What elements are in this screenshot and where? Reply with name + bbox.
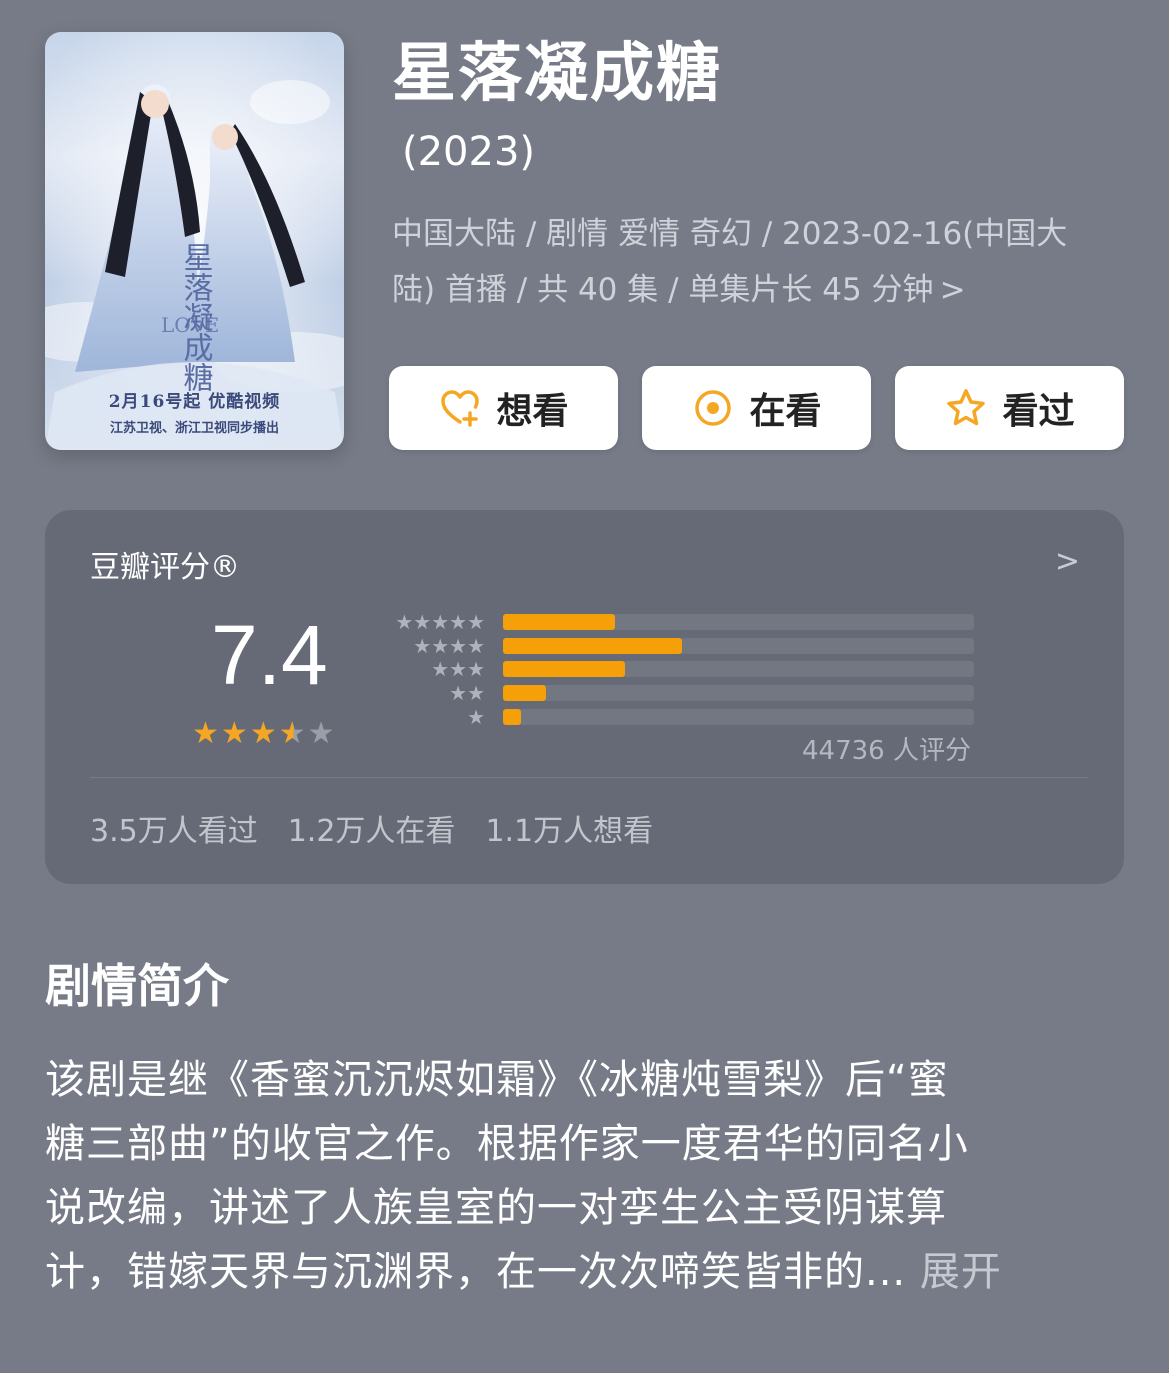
rating-dist-track <box>503 614 974 630</box>
star-filled-icon: ★ <box>249 716 279 751</box>
watched-button[interactable]: 看过 <box>895 366 1124 450</box>
meta-line-2: 陆) 首播 / 共 40 集 / 单集片长 45 分钟 > <box>392 262 1122 318</box>
watching-button[interactable]: 在看 <box>642 366 871 450</box>
show-year: (2023) <box>402 129 536 175</box>
rating-source-label: 豆瓣评分® <box>90 550 240 585</box>
meta-line-2-text: 陆) 首播 / 共 40 集 / 单集片长 45 分钟 <box>392 272 934 308</box>
watching-count: 1.2万人在看 <box>287 814 456 849</box>
rating-dist-stars-3: ★★★ <box>431 657 485 681</box>
watched-count: 3.5万人看过 <box>90 814 258 849</box>
page: LOVE 星落凝成糖 2月16号起 优酷视频 江苏卫视、浙江卫视同步播出 星落凝… <box>0 0 1169 1373</box>
rating-dist-stars-2: ★★ <box>449 681 485 705</box>
star-filled-icon: ★ <box>192 716 221 751</box>
rating-stars: ★★★★★ <box>192 716 337 751</box>
rating-dist-bar <box>503 685 547 701</box>
synopsis-line-last: 计，错嫁天界与沉渊界，在一次次啼笑皆非的... 展开 <box>45 1240 1125 1304</box>
synopsis-line: 糖三部曲”的收官之作。根据作家一度君华的同名小 <box>45 1121 969 1167</box>
rating-dist-track <box>503 685 974 701</box>
heart-plus-icon <box>438 386 482 430</box>
rating-dist-bar <box>503 638 682 654</box>
star-outline-icon <box>944 386 988 430</box>
synopsis-line: 说改编，讲述了人族皇室的一对孪生公主受阴谋算 <box>45 1185 947 1231</box>
rating-score: 7.4 <box>211 608 328 702</box>
synopsis-line: 计，错嫁天界与沉渊界，在一次次啼笑皆非的... <box>45 1249 907 1295</box>
meta-line-1: 中国大陆 / 剧情 爱情 奇幻 / 2023-02-16(中国大 <box>392 216 1068 252</box>
synopsis-heading: 剧情简介 <box>45 959 229 1013</box>
star-half-icon: ★ <box>278 716 308 751</box>
target-icon <box>691 386 735 430</box>
show-title: 星落凝成糖 <box>392 37 722 111</box>
rating-dist-stars-5: ★★★★★ <box>395 610 485 634</box>
star-filled-icon: ★ <box>220 716 250 751</box>
watching-label: 在看 <box>749 391 822 432</box>
poster-image[interactable]: LOVE 星落凝成糖 2月16号起 优酷视频 江苏卫视、浙江卫视同步播出 <box>45 32 344 450</box>
rating-dist-bar <box>503 614 615 630</box>
want-count: 1.1万人想看 <box>485 814 654 849</box>
rating-dist-track <box>503 709 974 725</box>
divider <box>90 777 1088 778</box>
show-meta[interactable]: 中国大陆 / 剧情 爱情 奇幻 / 2023-02-16(中国大 陆) 首播 /… <box>392 206 1122 318</box>
chevron-right-icon: > <box>939 272 966 308</box>
rating-dist-bar <box>503 709 521 725</box>
rating-card[interactable]: 豆瓣评分® > 7.4 ★★★★★ ★★★★★ ★★★★ ★★★ ★★ ★ 44… <box>45 510 1124 884</box>
expand-link[interactable]: 展开 <box>906 1249 1002 1295</box>
total-votes: 44736 人评分 <box>802 736 971 766</box>
rating-dist-stars-1: ★ <box>467 705 485 729</box>
rating-dist-bar <box>503 661 625 677</box>
audience-counts: 3.5万人看过 1.2万人在看 1.1万人想看 <box>90 806 653 850</box>
want-to-watch-button[interactable]: 想看 <box>389 366 618 450</box>
synopsis-text: 该剧是继《香蜜沉沉烬如霜》《冰糖炖雪梨》后“蜜 糖三部曲”的收官之作。根据作家一… <box>45 1048 1125 1304</box>
want-to-watch-label: 想看 <box>496 391 569 432</box>
rating-dist-track <box>503 638 974 654</box>
watched-label: 看过 <box>1002 391 1075 432</box>
chevron-right-icon[interactable]: > <box>1055 544 1080 579</box>
rating-dist-stars-4: ★★★★ <box>413 634 485 658</box>
synopsis-line: 该剧是继《香蜜沉沉烬如霜》《冰糖炖雪梨》后“蜜 <box>45 1057 949 1103</box>
poster-date-text: 2月16号起 优酷视频 <box>108 392 281 412</box>
star-empty-icon: ★ <box>307 716 337 751</box>
poster-channels-text: 江苏卫视、浙江卫视同步播出 <box>109 421 279 436</box>
poster-calligraphy: 星落凝成糖 <box>178 242 214 392</box>
rating-dist-track <box>503 661 974 677</box>
